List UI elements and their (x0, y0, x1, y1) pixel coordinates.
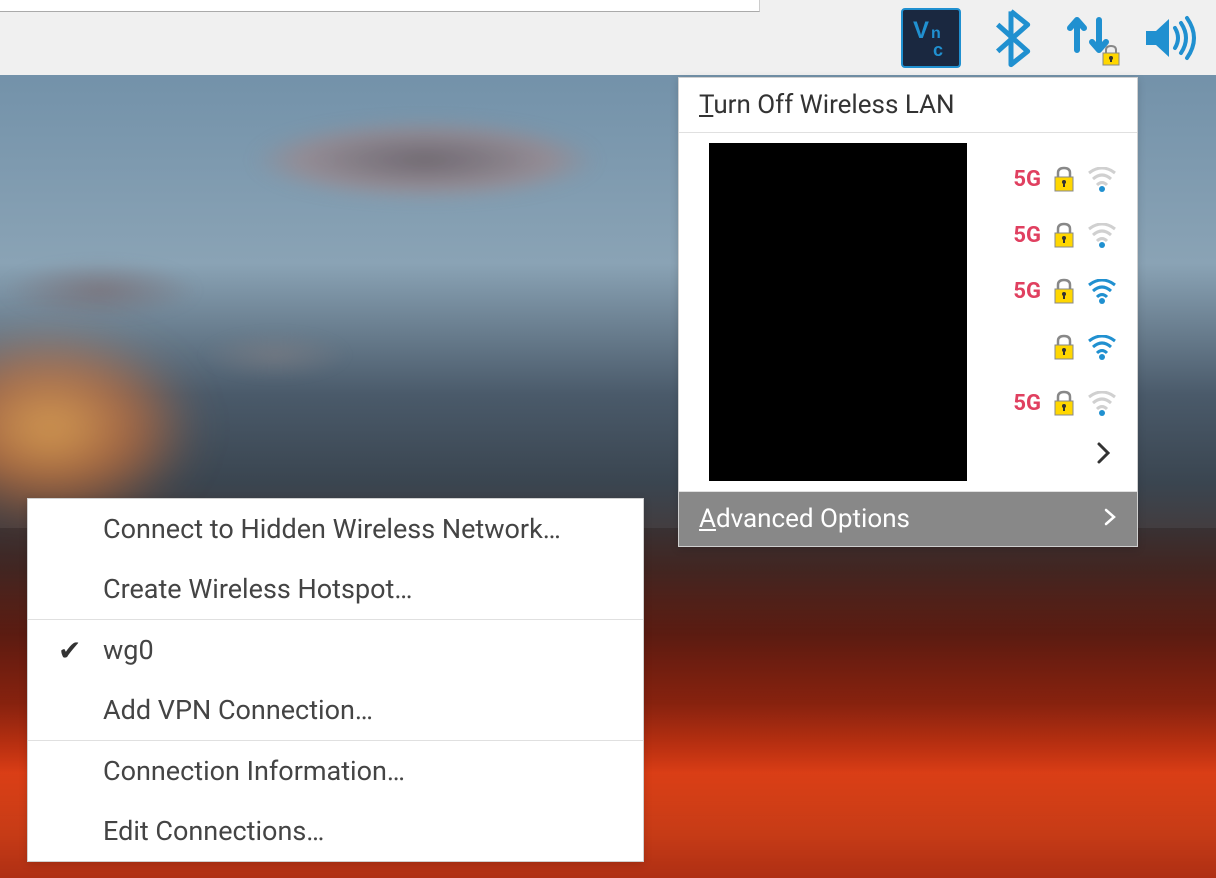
vnc-tray-icon[interactable]: V n c (901, 8, 961, 68)
turn-off-accelerator: T (699, 90, 713, 120)
svg-text:V: V (913, 17, 929, 44)
create-hotspot-item[interactable]: Create Wireless Hotspot… (28, 559, 643, 619)
lock-icon (1053, 390, 1075, 416)
submenu-item-label: Edit Connections… (103, 815, 324, 847)
connection-information-item[interactable]: Connection Information… (28, 741, 643, 801)
wifi-signal-icon (1087, 279, 1117, 304)
wifi-more-networks[interactable] (1012, 431, 1117, 481)
submenu-item-label: Add VPN Connection… (103, 694, 373, 726)
wifi-network-item[interactable]: 5G (1012, 207, 1117, 263)
lock-icon (1053, 334, 1075, 360)
wifi-signal-icon (1087, 335, 1117, 360)
turn-off-wlan-item[interactable]: Turn Off Wireless LAN (679, 78, 1137, 133)
wifi-network-item[interactable] (1012, 319, 1117, 375)
chevron-right-icon (1103, 505, 1117, 533)
wifi-signal-icon (1087, 223, 1117, 248)
wifi-signal-icon (1087, 167, 1117, 192)
submenu-item-label: Create Wireless Hotspot… (103, 573, 412, 605)
network-menu-popup: Turn Off Wireless LAN 5G 5G (678, 77, 1138, 547)
wifi-band-label: 5G (1013, 391, 1041, 416)
connect-hidden-network-item[interactable]: Connect to Hidden Wireless Network… (28, 499, 643, 559)
advanced-options-item[interactable]: Advanced Options (679, 492, 1137, 546)
svg-text:c: c (933, 40, 943, 60)
network-tray-icon[interactable] (1061, 8, 1116, 68)
wifi-band-label: 5G (1013, 167, 1041, 192)
chevron-right-icon (1096, 441, 1112, 471)
submenu-item-label: wg0 (103, 634, 154, 666)
network-lock-badge-icon (1101, 44, 1121, 66)
add-vpn-connection-item[interactable]: Add VPN Connection… (28, 680, 643, 740)
submenu-item-label: Connection Information… (103, 755, 405, 787)
turn-off-label-rest: urn Off Wireless LAN (713, 90, 954, 120)
top-panel: V n c (0, 0, 1216, 75)
wifi-band-label: 5G (1013, 279, 1041, 304)
wifi-network-item[interactable]: 5G (1012, 375, 1117, 431)
submenu-item-label: Connect to Hidden Wireless Network… (103, 513, 561, 545)
lock-icon (1053, 166, 1075, 192)
volume-tray-icon[interactable] (1141, 13, 1201, 63)
vpn-wg0-item[interactable]: ✔ wg0 (28, 620, 643, 680)
panel-taskbar-edge (0, 0, 760, 12)
wifi-network-item[interactable]: 5G (1012, 151, 1117, 207)
wifi-network-list: 5G 5G 5G (679, 133, 1137, 492)
bluetooth-tray-icon[interactable] (986, 8, 1036, 68)
check-icon: ✔ (58, 634, 81, 667)
wifi-network-item[interactable]: 5G (1012, 263, 1117, 319)
lock-icon (1053, 278, 1075, 304)
advanced-accelerator: A (699, 504, 716, 534)
lock-icon (1053, 222, 1075, 248)
advanced-options-submenu: Connect to Hidden Wireless Network… Crea… (27, 498, 644, 862)
wifi-ssid-redacted-block (709, 143, 967, 481)
wifi-signal-icon (1087, 391, 1117, 416)
advanced-label-rest: dvanced Options (716, 504, 910, 534)
edit-connections-item[interactable]: Edit Connections… (28, 801, 643, 861)
wifi-band-label: 5G (1013, 223, 1041, 248)
